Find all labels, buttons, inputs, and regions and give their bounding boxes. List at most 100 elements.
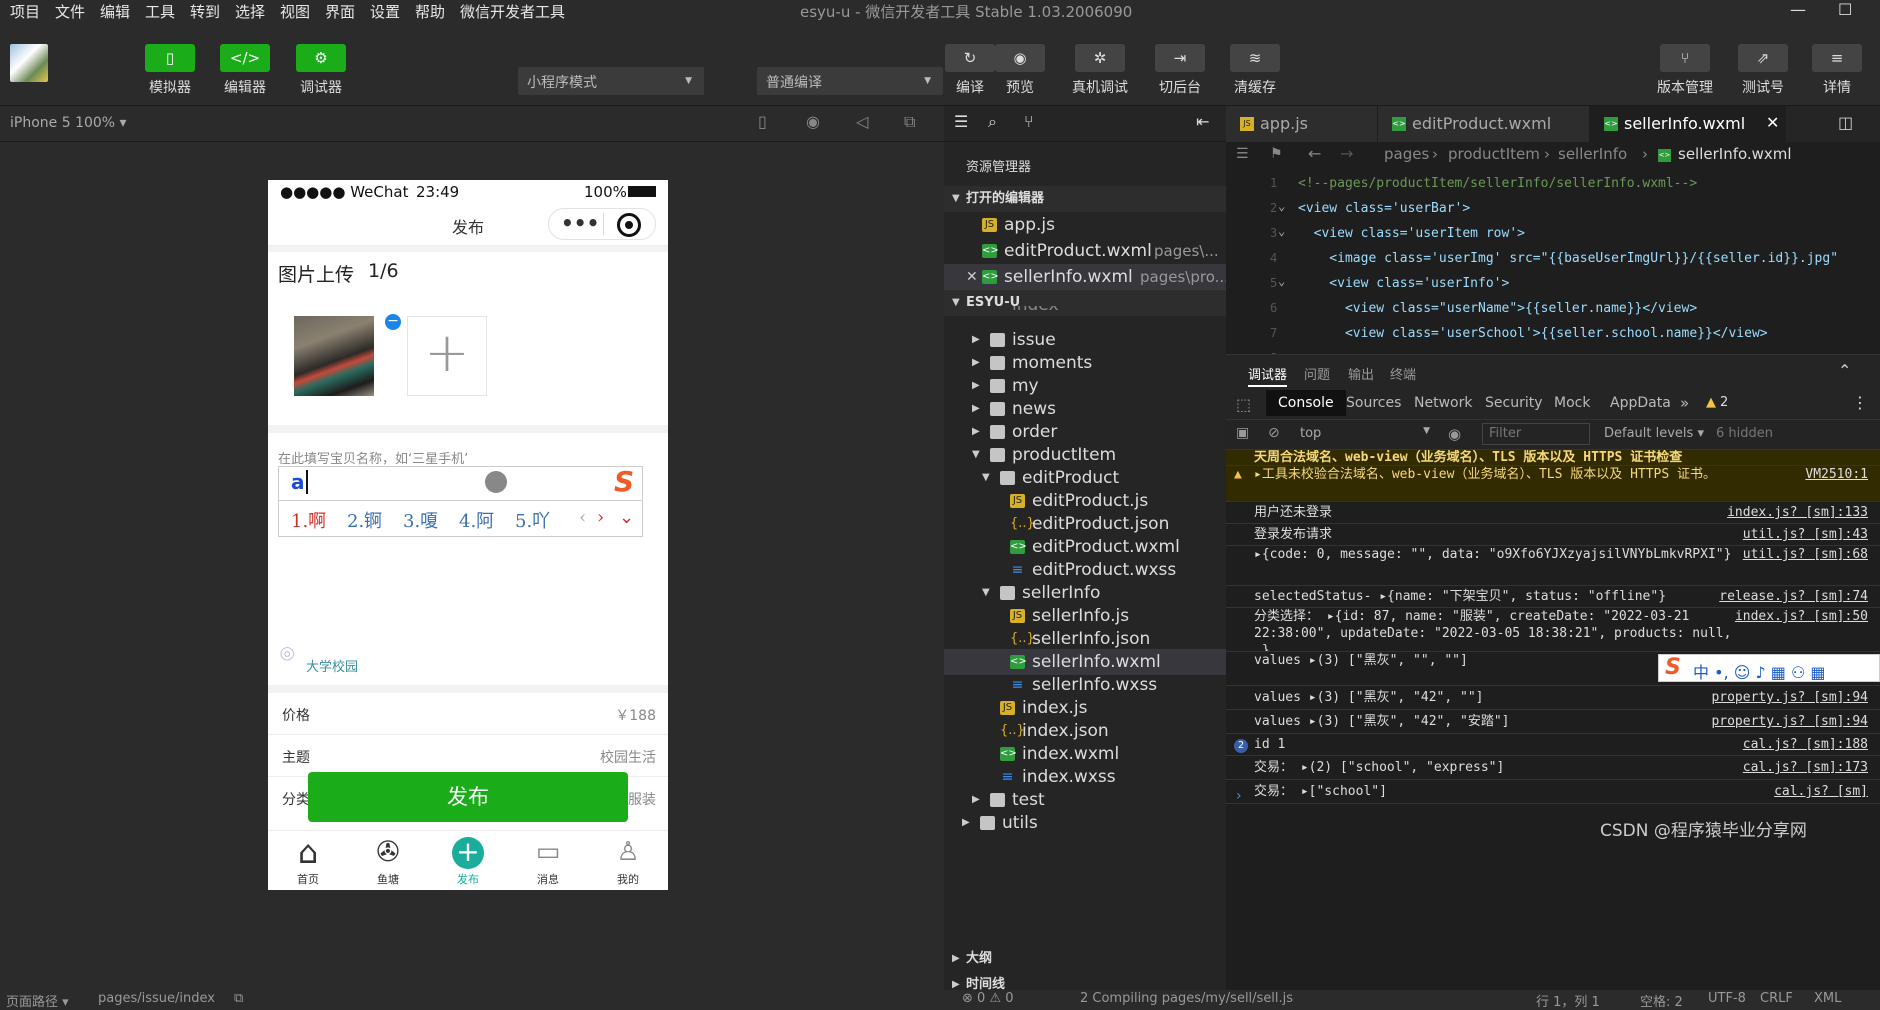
- code-line[interactable]: 7 <view class='userSchool'>{{seller.scho…: [1226, 324, 1880, 346]
- maximize-icon[interactable]: ☐: [1838, 0, 1852, 19]
- menu-file[interactable]: 文件: [55, 1, 85, 22]
- console-source-link[interactable]: util.js? [sm]:68: [1743, 546, 1868, 563]
- search-icon[interactable]: ⌕: [988, 112, 997, 132]
- code-line[interactable]: 2 <view class='userBar'> ⌄: [1226, 199, 1880, 221]
- path-label[interactable]: 页面路径 ▾: [6, 991, 69, 1010]
- close-icon[interactable]: ✕: [966, 264, 978, 290]
- background-button[interactable]: ⇥ 切后台: [1155, 44, 1205, 97]
- version-button[interactable]: ⑂ 版本管理: [1653, 44, 1717, 97]
- cursor-position[interactable]: 行 1，列 1: [1536, 991, 1600, 1010]
- remove-icon[interactable]: −: [385, 314, 401, 330]
- test-account-button[interactable]: ⇗ 测试号: [1738, 44, 1788, 97]
- simulator-button[interactable]: ▯ 模拟器: [145, 44, 195, 97]
- preview-button[interactable]: ◉ 预览: [995, 44, 1045, 97]
- chevron-right-icon[interactable]: ›: [597, 507, 604, 528]
- console-source-link[interactable]: property.js? [sm]:94: [1711, 686, 1868, 709]
- console-row[interactable]: 天周合法域名、web-view（业务域名）、TLS 版本以及 HTTPS 证书检…: [1226, 450, 1880, 466]
- tab-pond[interactable]: ✇ 鱼塘: [356, 833, 420, 887]
- console-source-link[interactable]: index.js? [sm]:50: [1735, 608, 1868, 625]
- ime-candidate[interactable]: 3.嗄: [403, 507, 438, 533]
- debugger-button[interactable]: ⚙ 调试器: [296, 44, 346, 97]
- language-mode[interactable]: XML: [1814, 991, 1841, 1006]
- menu-wechat-devtools[interactable]: 微信开发者工具: [460, 1, 565, 22]
- console-row[interactable]: 登录发布请求 util.js? [sm]:43: [1226, 524, 1880, 546]
- menu-select[interactable]: 选择: [235, 1, 265, 22]
- context-select[interactable]: top ▼: [1300, 426, 1430, 441]
- add-image-button[interactable]: +: [407, 316, 487, 396]
- devtab-mock[interactable]: Mock: [1554, 395, 1590, 411]
- filter-input[interactable]: Filter: [1482, 423, 1590, 445]
- console-source-link[interactable]: cal.js? [sm]:188: [1743, 734, 1868, 755]
- uploaded-image[interactable]: [294, 316, 374, 396]
- close-circle-icon[interactable]: [617, 213, 641, 237]
- clear-cache-button[interactable]: ≋ 清缓存: [1230, 44, 1280, 97]
- ime-candidate[interactable]: 5.吖: [515, 507, 550, 533]
- tab-problems[interactable]: 问题: [1304, 364, 1330, 383]
- more-icon[interactable]: •••: [561, 211, 599, 235]
- compile-mode-select[interactable]: 普通编译 ▼: [757, 67, 943, 95]
- code-line[interactable]: 5 <view class='userInfo'> ⌄: [1226, 274, 1880, 296]
- devtab-network[interactable]: Network: [1414, 395, 1472, 411]
- kebab-menu-icon[interactable]: ⋮: [1852, 393, 1868, 412]
- console-prompt-icon[interactable]: ›: [1236, 788, 1242, 804]
- code-line[interactable]: 3 <view class='userItem row'> ⌄: [1226, 224, 1880, 246]
- chevron-up-icon[interactable]: ⌃: [1838, 361, 1851, 380]
- publish-button[interactable]: 发布: [308, 772, 628, 822]
- console-source-link[interactable]: index.js? [sm]:133: [1727, 502, 1868, 523]
- tab-mine[interactable]: ♙ 我的: [596, 833, 660, 887]
- folder-item[interactable]: ▶ utils: [944, 810, 1226, 836]
- outline-section[interactable]: ▶ 大纲: [944, 946, 1226, 972]
- ime-candidate[interactable]: 2.锕: [347, 507, 382, 533]
- fold-icon[interactable]: ⌄: [1278, 224, 1285, 238]
- menu-view[interactable]: 视图: [280, 1, 310, 22]
- clear-console-icon[interactable]: ⊘: [1268, 425, 1280, 441]
- tab-messages[interactable]: ▭ 消息: [516, 833, 580, 887]
- ime-candidate[interactable]: 4.阿: [459, 507, 494, 533]
- tab-publish[interactable]: + 发布: [436, 833, 500, 887]
- bookmark-icon[interactable]: ⚑: [1270, 146, 1283, 162]
- menu-goto[interactable]: 转到: [190, 1, 220, 22]
- menu-interface[interactable]: 界面: [325, 1, 355, 22]
- fold-icon[interactable]: ⌄: [1278, 199, 1285, 213]
- menu-project[interactable]: 项目: [10, 1, 40, 22]
- console-row[interactable]: values ▸(3) ["黑灰", "42", ""] property.js?…: [1226, 686, 1880, 710]
- tab-terminal[interactable]: 终端: [1390, 364, 1416, 383]
- sidebar-toggle-icon[interactable]: ▣: [1236, 425, 1249, 441]
- phone-frame-icon[interactable]: ▯: [758, 112, 767, 131]
- list-icon[interactable]: ☰: [954, 112, 968, 131]
- fold-icon[interactable]: ⌄: [1278, 274, 1285, 288]
- editor-tab[interactable]: JS app.js: [1226, 106, 1378, 142]
- volume-icon[interactable]: ◁: [856, 112, 868, 131]
- console-source-link[interactable]: util.js? [sm]:43: [1743, 524, 1868, 545]
- collapse-panel-icon[interactable]: ⇤: [1196, 112, 1209, 131]
- more-tabs-icon[interactable]: »: [1680, 394, 1689, 412]
- warning-icon[interactable]: ▲: [1706, 395, 1716, 410]
- mode-select[interactable]: 小程序模式 ▼: [518, 67, 704, 95]
- code-editor[interactable]: 1 <!--pages/productItem/sellerInfo/seller…: [1226, 168, 1880, 354]
- menu-help[interactable]: 帮助: [415, 1, 445, 22]
- tab-output[interactable]: 输出: [1348, 364, 1374, 383]
- tab-home[interactable]: ⌂ 首页: [276, 833, 340, 887]
- console-row[interactable]: 分类选择： ▸{id: 87, name: "服装", createDate: …: [1226, 608, 1880, 652]
- forward-icon[interactable]: →: [1340, 144, 1353, 163]
- console-row[interactable]: ▸{code: 0, message: "", data: "o9Xfo6YJX…: [1226, 546, 1880, 586]
- details-button[interactable]: ≡ 详情: [1812, 44, 1862, 97]
- console-source-link[interactable]: release.js? [sm]:74: [1719, 586, 1868, 607]
- topic-row[interactable]: 主题 校园生活: [268, 735, 668, 777]
- menu-settings[interactable]: 设置: [370, 1, 400, 22]
- editor-button[interactable]: </> 编辑器: [220, 44, 270, 97]
- code-line[interactable]: 4 <image class='userImg' src="{{baseUser…: [1226, 249, 1880, 271]
- console-source-link[interactable]: cal.js? [sm]:173: [1743, 756, 1868, 779]
- console-source-link[interactable]: property.js? [sm]:94: [1711, 710, 1868, 733]
- console-row[interactable]: 用户还未登录 index.js? [sm]:133: [1226, 502, 1880, 524]
- eye-icon[interactable]: ◉: [1448, 425, 1461, 443]
- tab-debugger[interactable]: 调试器: [1248, 364, 1288, 387]
- location-text[interactable]: 大学校园: [306, 656, 358, 675]
- open-file[interactable]: ✕ <> sellerInfo.wxml pages\pro...: [944, 264, 1226, 290]
- chevron-left-icon[interactable]: ‹: [579, 507, 586, 528]
- console-row[interactable]: id 1 2 cal.js? [sm]:188: [1226, 734, 1880, 756]
- console-source-link[interactable]: VM2510:1: [1805, 466, 1868, 483]
- ime-status-icons[interactable]: 中 •, ☺ ♪ ▦ ⚇ ▦: [1693, 659, 1826, 683]
- menu-tools[interactable]: 工具: [145, 1, 175, 22]
- indent-setting[interactable]: 空格: 2: [1640, 991, 1683, 1010]
